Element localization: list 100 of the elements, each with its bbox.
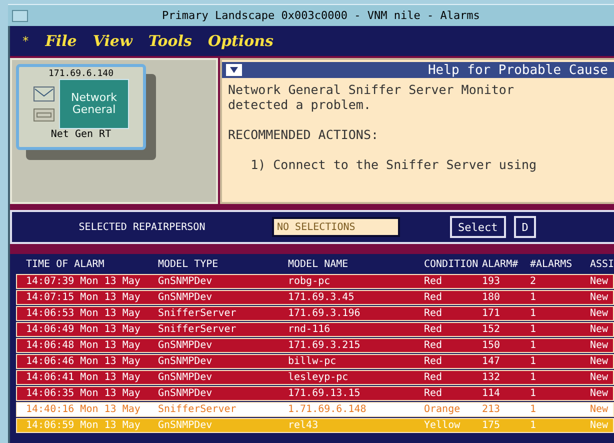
table-cell-text: 14:06:53 Mon 13 May [26,308,142,319]
column-header[interactable]: MODEL TYPE [158,258,288,270]
table-cell-text: Yellow [424,420,462,431]
table-cell-text: New [590,340,610,351]
repair-button[interactable]: Select [450,216,506,238]
table-cell-text: robg-pc [288,276,332,287]
table-cell-text: 1.71.69.6.148 [288,404,368,415]
alarm-row[interactable]: 14:06:48 Mon 13 May GnSNMPDev 171.69.3.215 Red 150 1 New [16,338,614,353]
alarm-row[interactable]: 14:06:53 Mon 13 May SnifferServer 171.69.3.196 Red 171 1 New [16,306,614,321]
table-cell-text: New [590,420,610,431]
table-cell-text: 114 [482,388,502,399]
table-cell-text: GnSNMPDev [158,372,214,383]
table-cell-text: 150 [482,340,502,351]
table-cell-text: Red [424,340,444,351]
table-cell-text: 14:40:16 Mon 13 May [26,404,142,415]
table-cell-text: 14:06:46 Mon 13 May [26,356,142,367]
table-cell-text: GnSNMPDev [158,356,214,367]
table-cell-text: 1 [530,404,538,415]
table-cell-text: lesleyp-pc [288,372,350,383]
table-cell-text: 14:06:59 Mon 13 May [26,420,142,431]
table-cell-text: Red [424,324,444,335]
table-cell-text: Red [424,308,444,319]
logo-text: Network [71,92,117,104]
table-cell-text: Red [424,356,444,367]
help-text: 1) Connect to the Sniffer Server using [250,157,538,172]
alarm-row[interactable]: 14:07:39 Mon 13 May GnSNMPDev robg-pc Red 193 2 New [16,274,614,289]
table-cell-text: 171.69.3.45 [288,292,356,303]
table-cell-text: 14:07:39 Mon 13 May [26,276,142,287]
table-cell-text: SnifferServer [158,324,238,335]
table-cell-text: New [590,276,610,287]
table-cell-text: 1 [530,356,538,367]
table-cell-text: billw-pc [288,356,338,367]
table-cell-text: 2 [530,276,538,287]
table-cell-text: 1 [530,308,538,319]
table-cell-text: GnSNMPDev [158,388,214,399]
alarm-row[interactable]: 14:06:46 Mon 13 May GnSNMPDev billw-pc Red 147 1 New [16,354,614,369]
table-cell-text: GnSNMPDev [158,276,214,287]
table-cell-text: 1 [530,420,538,431]
column-header[interactable]: ASSI [590,258,614,270]
table-cell-text: 171.69.3.196 [288,308,362,319]
table-cell-text: Red [424,276,444,287]
table-cell-text: Red [424,388,444,399]
table-cell-text: 213 [482,404,502,415]
table-cell-text: 171 [482,308,502,319]
column-header[interactable]: CONDITION [424,258,482,270]
table-cell-text: GnSNMPDev [158,340,214,351]
envelope-icon[interactable] [33,86,55,102]
help-title: Help for Probable Cause [426,62,609,78]
table-cell-text: 14:06:35 Mon 13 May [26,388,142,399]
table-cell-text: New [590,292,610,303]
table-cell-text: Red [424,292,444,303]
column-header[interactable]: ALARM# [482,258,530,270]
alarm-row[interactable]: 14:07:15 Mon 13 May GnSNMPDev 171.69.3.45 Red 180 1 New [16,290,614,305]
alarm-row[interactable]: 14:06:35 Mon 13 May GnSNMPDev 171.69.13.15 Red 114 1 New [16,386,614,401]
table-cell-text: 14:07:15 Mon 13 May [26,292,142,303]
table-cell-text: 1 [530,372,538,383]
table-cell-text: New [590,372,610,383]
table-cell-text: GnSNMPDev [158,292,214,303]
table-cell-text: 180 [482,292,502,303]
device-label: Net Gen RT [50,129,112,140]
table-cell-text: GnSNMPDev [158,420,214,431]
table-cell-text: New [590,324,610,335]
device-address: 171.69.6.140 [48,69,114,79]
menu-item[interactable]: Options [208,32,274,50]
menu-item[interactable]: File [45,32,77,50]
table-cell-text: New [590,388,610,399]
column-header[interactable]: #ALARMS [530,258,590,270]
menu-item[interactable]: Tools [148,32,192,50]
table-cell-text: rnd-116 [288,324,332,335]
table-cell-text: 193 [482,276,502,287]
table-cell-text: 132 [482,372,502,383]
window-menu-button[interactable] [12,10,28,22]
table-cell-text: 175 [482,420,502,431]
menu-item[interactable]: View [92,32,132,50]
repair-button[interactable]: D [514,216,536,238]
table-cell-text: 14:06:48 Mon 13 May [26,340,142,351]
device-icon[interactable] [33,108,55,122]
table-cell-text: SnifferServer [158,404,238,415]
table-cell-text: 171.69.3.215 [288,340,362,351]
help-text: Network General Sniffer Server Monitor detected a problem. [228,82,515,112]
repairperson-field[interactable]: NO SELECTIONS [272,217,400,237]
menu-marker[interactable]: * [22,34,30,48]
table-cell-text: 152 [482,324,502,335]
table-cell-text: 1 [530,388,538,399]
table-cell-text: rel43 [288,420,320,431]
window-title: Primary Landscape 0x003c0000 - VNM nile - Alarms [161,9,481,22]
table-cell-text: Orange [424,404,462,415]
table-cell-text: New [590,404,610,415]
table-cell-text: New [590,356,610,367]
column-header[interactable]: TIME OF ALARM [26,258,158,270]
dropdown-icon[interactable] [226,64,242,76]
table-cell-text: 147 [482,356,502,367]
table-cell-text: 14:06:41 Mon 13 May [26,372,142,383]
column-header[interactable]: MODEL NAME [288,258,424,270]
table-cell-text: New [590,308,610,319]
alarm-row[interactable]: 14:06:49 Mon 13 May SnifferServer rnd-116 Red 152 1 New [16,322,614,337]
table-cell-text: Red [424,372,444,383]
repairperson-label: SELECTED REPAIRPERSON [78,222,206,232]
table-cell-text: 171.69.13.15 [288,388,362,399]
alarm-row[interactable]: 14:06:41 Mon 13 May GnSNMPDev lesleyp-pc Red 132 1 New [16,370,614,385]
